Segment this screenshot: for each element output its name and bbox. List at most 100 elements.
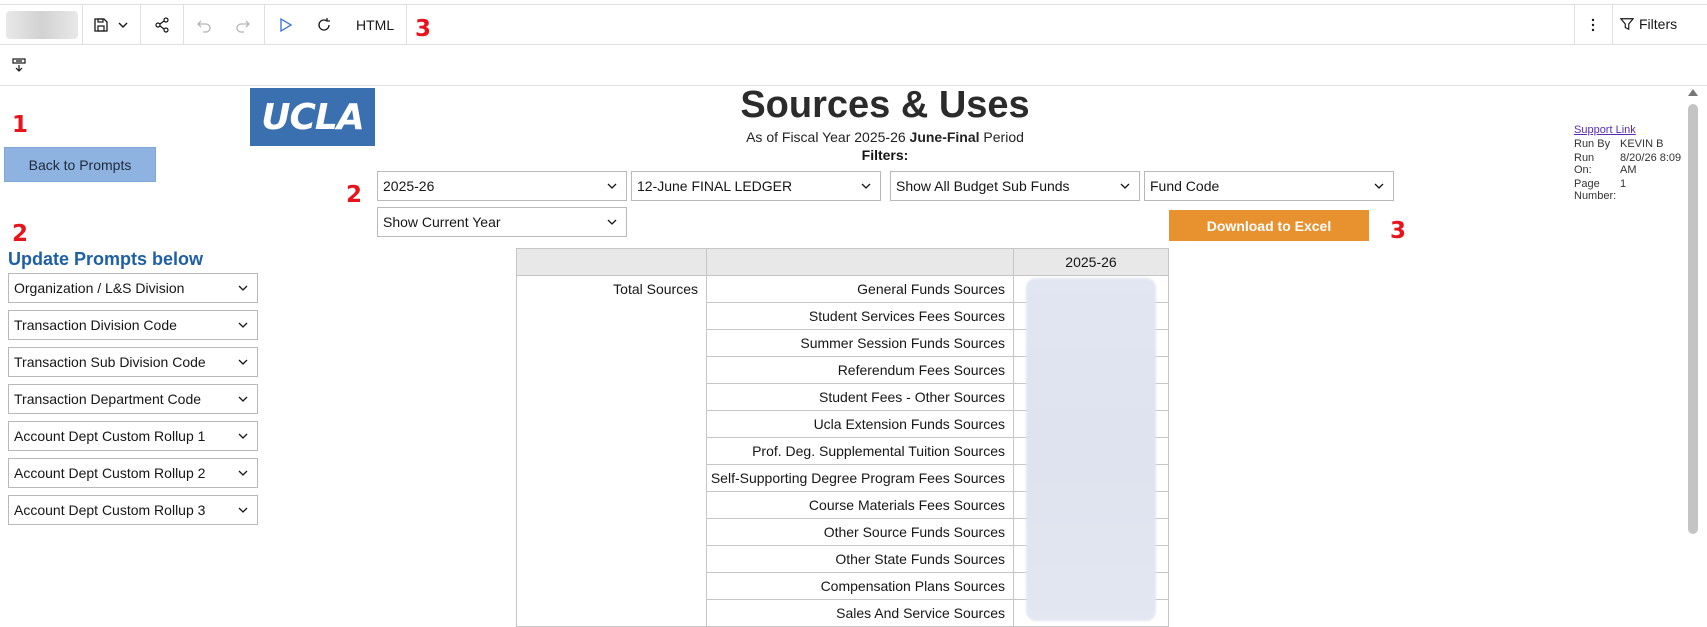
chevron-down-icon — [607, 219, 617, 225]
row-label: Sales And Service Sources — [706, 599, 1014, 627]
redo-button[interactable] — [230, 13, 256, 37]
page-number-label: Page Number: — [1574, 178, 1617, 202]
year-scope-select[interactable]: Show Current Year — [377, 207, 627, 237]
chevron-down-icon — [238, 396, 248, 402]
prompts-heading: Update Prompts below — [8, 249, 204, 269]
prompt-select-custom-rollup-2[interactable]: Account Dept Custom Rollup 2 — [8, 458, 258, 488]
row-label: Student Fees - Other Sources — [706, 383, 1014, 411]
prompt-select-custom-rollup-3[interactable]: Account Dept Custom Rollup 3 — [8, 495, 258, 525]
prompt-select-value: Account Dept Custom Rollup 1 — [14, 428, 206, 444]
share-button[interactable] — [149, 13, 175, 37]
filters-button[interactable]: Filters — [1620, 16, 1677, 32]
subtitle-period: June-Final — [909, 129, 980, 145]
toolbar-divider — [1612, 5, 1613, 45]
insertable-icon — [12, 58, 26, 72]
row-label: Other State Funds Sources — [706, 545, 1014, 573]
overflow-menu-icon — [1591, 18, 1595, 32]
undo-button[interactable] — [191, 13, 217, 37]
prompt-select-value: Transaction Division Code — [14, 317, 177, 333]
insert-content-button[interactable] — [6, 53, 32, 77]
annotation-number: 3 — [415, 16, 432, 42]
row-label: General Funds Sources — [706, 275, 1014, 303]
redo-icon — [236, 20, 250, 33]
scrollbar-thumb[interactable] — [1688, 104, 1698, 534]
run-on-label: Run On: — [1574, 152, 1595, 176]
prompt-select-value: Transaction Department Code — [14, 391, 202, 407]
chevron-down-icon — [238, 433, 248, 439]
row-label: Prof. Deg. Supplemental Tuition Sources — [706, 437, 1014, 465]
ucla-logo: UCLA — [250, 88, 375, 146]
chevron-down-icon — [238, 285, 248, 291]
refresh-icon — [318, 18, 330, 31]
app-logo — [6, 11, 78, 39]
chevron-down-icon — [607, 183, 617, 189]
toolbar-divider — [264, 5, 265, 45]
back-to-prompts-button[interactable]: Back to Prompts — [4, 147, 156, 182]
toolbar-divider — [140, 5, 141, 45]
refresh-button[interactable] — [311, 13, 337, 37]
ledger-value: 12-June FINAL LEDGER — [637, 178, 793, 194]
chevron-down-icon — [238, 359, 248, 365]
row-label: Referendum Fees Sources — [706, 356, 1014, 384]
filters-button-label: Filters — [1639, 16, 1678, 32]
run-on-value: 8/20/26 8:09 AM — [1620, 152, 1682, 176]
fiscal-year-select[interactable]: 2025-26 — [377, 171, 627, 201]
play-icon — [280, 17, 293, 33]
run-by-label: Run By — [1574, 138, 1611, 150]
ledger-select[interactable]: 12-June FINAL LEDGER — [631, 171, 881, 201]
save-icon — [94, 18, 108, 32]
row-label: Summer Session Funds Sources — [706, 329, 1014, 357]
subtitle-suffix: Period — [979, 129, 1024, 145]
filters-heading: Filters: — [861, 147, 909, 163]
chevron-down-icon — [1120, 183, 1130, 189]
annotation-number: 2 — [12, 221, 29, 247]
run-button[interactable] — [272, 13, 298, 37]
run-info: Support Link Run By KEVIN B Run On: 8/20/2… — [1574, 124, 1690, 202]
annotation-number: 3 — [1390, 218, 1407, 244]
table-header-row: 2025-26 — [516, 248, 1169, 276]
annotation-number: 1 — [12, 112, 29, 138]
prompt-select-transaction-department[interactable]: Transaction Department Code — [8, 384, 258, 414]
prompt-select-value: Transaction Sub Division Code — [14, 354, 206, 370]
row-group-label: Total Sources — [516, 275, 707, 627]
share-icon — [155, 17, 169, 33]
run-by-value: KEVIN B — [1620, 138, 1664, 150]
table-header-cell — [706, 248, 1014, 276]
toolbar-divider — [1574, 5, 1575, 45]
fund-code-select[interactable]: Fund Code — [1144, 171, 1394, 201]
annotation-number: 2 — [346, 182, 363, 208]
undo-icon — [197, 20, 211, 33]
chevron-down-icon — [1374, 183, 1384, 189]
support-link[interactable]: Support Link — [1574, 124, 1690, 136]
page-number-value: 1 — [1620, 178, 1627, 190]
toolbar: HTML 3 Filters — [0, 4, 1707, 45]
redacted-values-overlay — [1026, 278, 1156, 621]
chevron-down-icon — [861, 183, 871, 189]
chevron-down-icon — [238, 322, 248, 328]
year-scope-value: Show Current Year — [383, 214, 501, 230]
subtitle-prefix: As of Fiscal Year 2025-26 — [746, 129, 910, 145]
filter-icon — [1620, 18, 1634, 31]
save-menu-button[interactable] — [114, 13, 132, 37]
output-format-label[interactable]: HTML — [356, 17, 394, 33]
budget-sub-funds-select[interactable]: Show All Budget Sub Funds — [890, 171, 1140, 201]
more-options-button[interactable] — [1580, 13, 1606, 37]
chevron-down-icon — [238, 470, 248, 476]
prompt-select-transaction-division[interactable]: Transaction Division Code — [8, 310, 258, 340]
prompt-select-value: Account Dept Custom Rollup 2 — [14, 465, 206, 481]
prompt-select-custom-rollup-1[interactable]: Account Dept Custom Rollup 1 — [8, 421, 258, 451]
fund-code-value: Fund Code — [1150, 178, 1220, 194]
row-label: Other Source Funds Sources — [706, 518, 1014, 546]
chevron-down-icon — [238, 507, 248, 513]
row-label: Ucla Extension Funds Sources — [706, 410, 1014, 438]
prompt-select-organization[interactable]: Organization / L&S Division — [8, 273, 258, 303]
toolbar-divider — [406, 5, 407, 45]
report-subtitle: As of Fiscal Year 2025-26 June-Final Per… — [700, 129, 1070, 145]
row-label: Course Materials Fees Sources — [706, 491, 1014, 519]
save-button[interactable] — [88, 13, 114, 37]
scroll-up-arrow-icon[interactable] — [1688, 89, 1698, 96]
download-to-excel-button[interactable]: Download to Excel — [1169, 210, 1369, 241]
prompt-select-transaction-sub-division[interactable]: Transaction Sub Division Code — [8, 347, 258, 377]
row-label: Student Services Fees Sources — [706, 302, 1014, 330]
chevron-down-icon — [118, 22, 128, 28]
